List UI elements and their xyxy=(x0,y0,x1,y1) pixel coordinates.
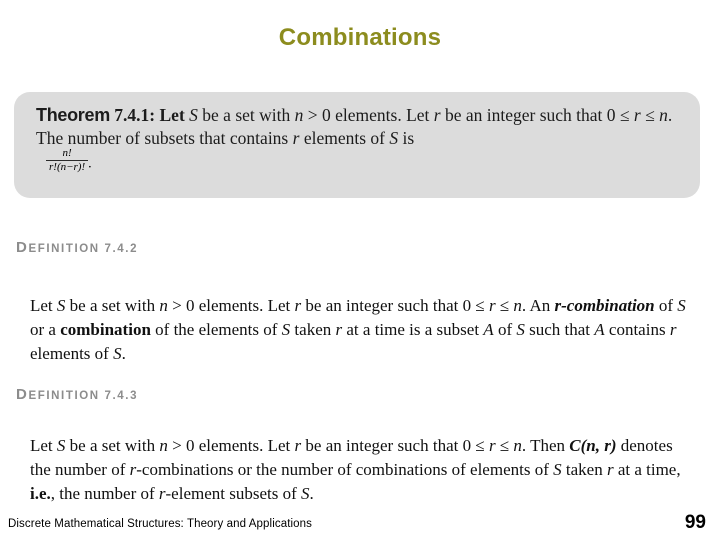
def3-line1-d: be an integer such that 0 ≤ xyxy=(301,436,489,455)
theorem-label: Theorem xyxy=(36,105,110,125)
def3-line1-r2: r xyxy=(488,436,496,455)
theorem-line2-var-n: n xyxy=(659,105,668,125)
footer-book-title: Discrete Mathematical Structures: Theory… xyxy=(8,518,312,530)
slide: Combinations Theorem 7.4.1: Let S be a s… xyxy=(0,0,720,540)
def3-line3-r2: r xyxy=(158,484,166,503)
def2-line3-b: of xyxy=(493,320,517,339)
def3-line1-f: . Then xyxy=(521,436,566,455)
def2-line1-b: be a set with xyxy=(65,296,160,315)
def2-line1-c: > 0 elements. Let xyxy=(167,296,295,315)
def3-line1-e: ≤ xyxy=(495,436,514,455)
theorem-callout-box: Theorem 7.4.1: Let S be a set with n > 0… xyxy=(14,92,700,198)
theorem-line2-a: such that 0 ≤ xyxy=(539,105,634,125)
binomial-fraction: n! r!(n−r)! xyxy=(46,147,89,174)
definition-742-heading-rest: EFINITION xyxy=(28,243,100,255)
theorem-number: 7.4.1: xyxy=(114,105,156,125)
def2-line3-s2: S xyxy=(113,344,122,363)
def3-line3-f: . xyxy=(309,484,314,503)
theorem-line1-d: be an integer xyxy=(440,105,536,125)
theorem-line2-var-r: r xyxy=(633,105,641,125)
def2-line2-d: taken xyxy=(290,320,336,339)
theorem-line1-c: > 0 elements. Let xyxy=(303,105,434,125)
def3-line3-c: at a time, xyxy=(613,460,681,479)
def3-line1-b: be a set with xyxy=(65,436,160,455)
page-number: 99 xyxy=(684,512,706,533)
def2-line3-s: S xyxy=(516,320,525,339)
def3-line3-e: -element subsets of xyxy=(165,484,302,503)
def2-term-combination: combination xyxy=(60,320,151,339)
theorem-line1-var-s: S xyxy=(189,105,198,125)
fraction-denominator: r!(n−r)! xyxy=(46,159,89,174)
def2-line3-e: elements of xyxy=(30,344,114,363)
theorem-line1-a: Let xyxy=(159,105,190,125)
def3-line3-s: S xyxy=(553,460,562,479)
def3-notation-c-n-r: C(n, r) xyxy=(569,436,617,455)
def2-line2-s2: S xyxy=(281,320,291,339)
definition-742-body: Let S be a set with n > 0 elements. Let … xyxy=(30,294,690,366)
def3-line3-s2: S xyxy=(301,484,310,503)
def3-line3-d: , the number of xyxy=(50,484,159,503)
theorem-line2-d: elements of xyxy=(299,128,390,148)
theorem-line2-b: ≤ xyxy=(640,105,660,125)
def2-line3-f: . xyxy=(121,344,126,363)
theorem-line2-var-s: S xyxy=(389,128,399,148)
def3-line1-c: > 0 elements. Let xyxy=(167,436,295,455)
theorem-line1-b: be a set with xyxy=(197,105,295,125)
def2-line1-r2: r xyxy=(488,296,496,315)
definition-743-heading-rest: EFINITION xyxy=(28,390,100,402)
def2-line2-b: or a xyxy=(30,320,61,339)
def2-line3-a-var: A xyxy=(483,320,494,339)
def3-line1-n: n xyxy=(159,436,168,455)
def2-line2-c: of the elements of xyxy=(150,320,282,339)
def2-line2-a: of xyxy=(654,296,678,315)
def2-line1-a: Let xyxy=(30,296,57,315)
def3-line3-ie: i.e. xyxy=(30,484,51,503)
def3-line3-r: r xyxy=(606,460,614,479)
def2-term-r-combination: r-combination xyxy=(554,296,655,315)
def2-line1-n2: n xyxy=(513,296,522,315)
def2-line1-n: n xyxy=(159,296,168,315)
def2-line3-a: subset xyxy=(436,320,484,339)
theorem-formula: n! r!(n−r)! . xyxy=(44,146,92,174)
def3-line3-a: elements of xyxy=(470,460,554,479)
def3-line1-n2: n xyxy=(513,436,522,455)
def2-line2-s: S xyxy=(677,296,686,315)
def2-line1-e: ≤ xyxy=(495,296,514,315)
definition-742-heading-number: 7.4.2 xyxy=(104,243,139,255)
fraction-trailer: . xyxy=(88,156,92,172)
def2-line2-e: at a time is a xyxy=(342,320,433,339)
def2-line3-c: such that xyxy=(524,320,595,339)
definition-742-heading-initial: D xyxy=(16,239,29,256)
definition-743-body: Let S be a set with n > 0 elements. Let … xyxy=(30,434,690,506)
def2-line1-f: . An xyxy=(521,296,551,315)
def2-line3-r: r xyxy=(669,320,677,339)
definition-743-heading-initial: D xyxy=(16,386,29,403)
theorem-text: Theorem 7.4.1: Let S be a set with n > 0… xyxy=(36,104,686,150)
def2-line1-d: be an integer such that 0 ≤ xyxy=(301,296,489,315)
definition-743-heading-number: 7.4.3 xyxy=(104,390,139,402)
def3-line3-b: taken xyxy=(561,460,607,479)
def2-line3-d: contains xyxy=(604,320,670,339)
def3-line1-a: Let xyxy=(30,436,57,455)
page-title: Combinations xyxy=(278,24,442,51)
theorem-line2-e: is xyxy=(398,128,415,148)
theorem-line1-var-r: r xyxy=(433,105,441,125)
def2-line3-a2-var: A xyxy=(594,320,605,339)
fraction-numerator: n! xyxy=(62,147,72,159)
definition-743-heading: DEFINITION 7.4.3 xyxy=(16,386,138,404)
definition-742-heading: DEFINITION 7.4.2 xyxy=(16,239,138,257)
def3-line2-b: -combinations or the number of combinati… xyxy=(136,460,466,479)
